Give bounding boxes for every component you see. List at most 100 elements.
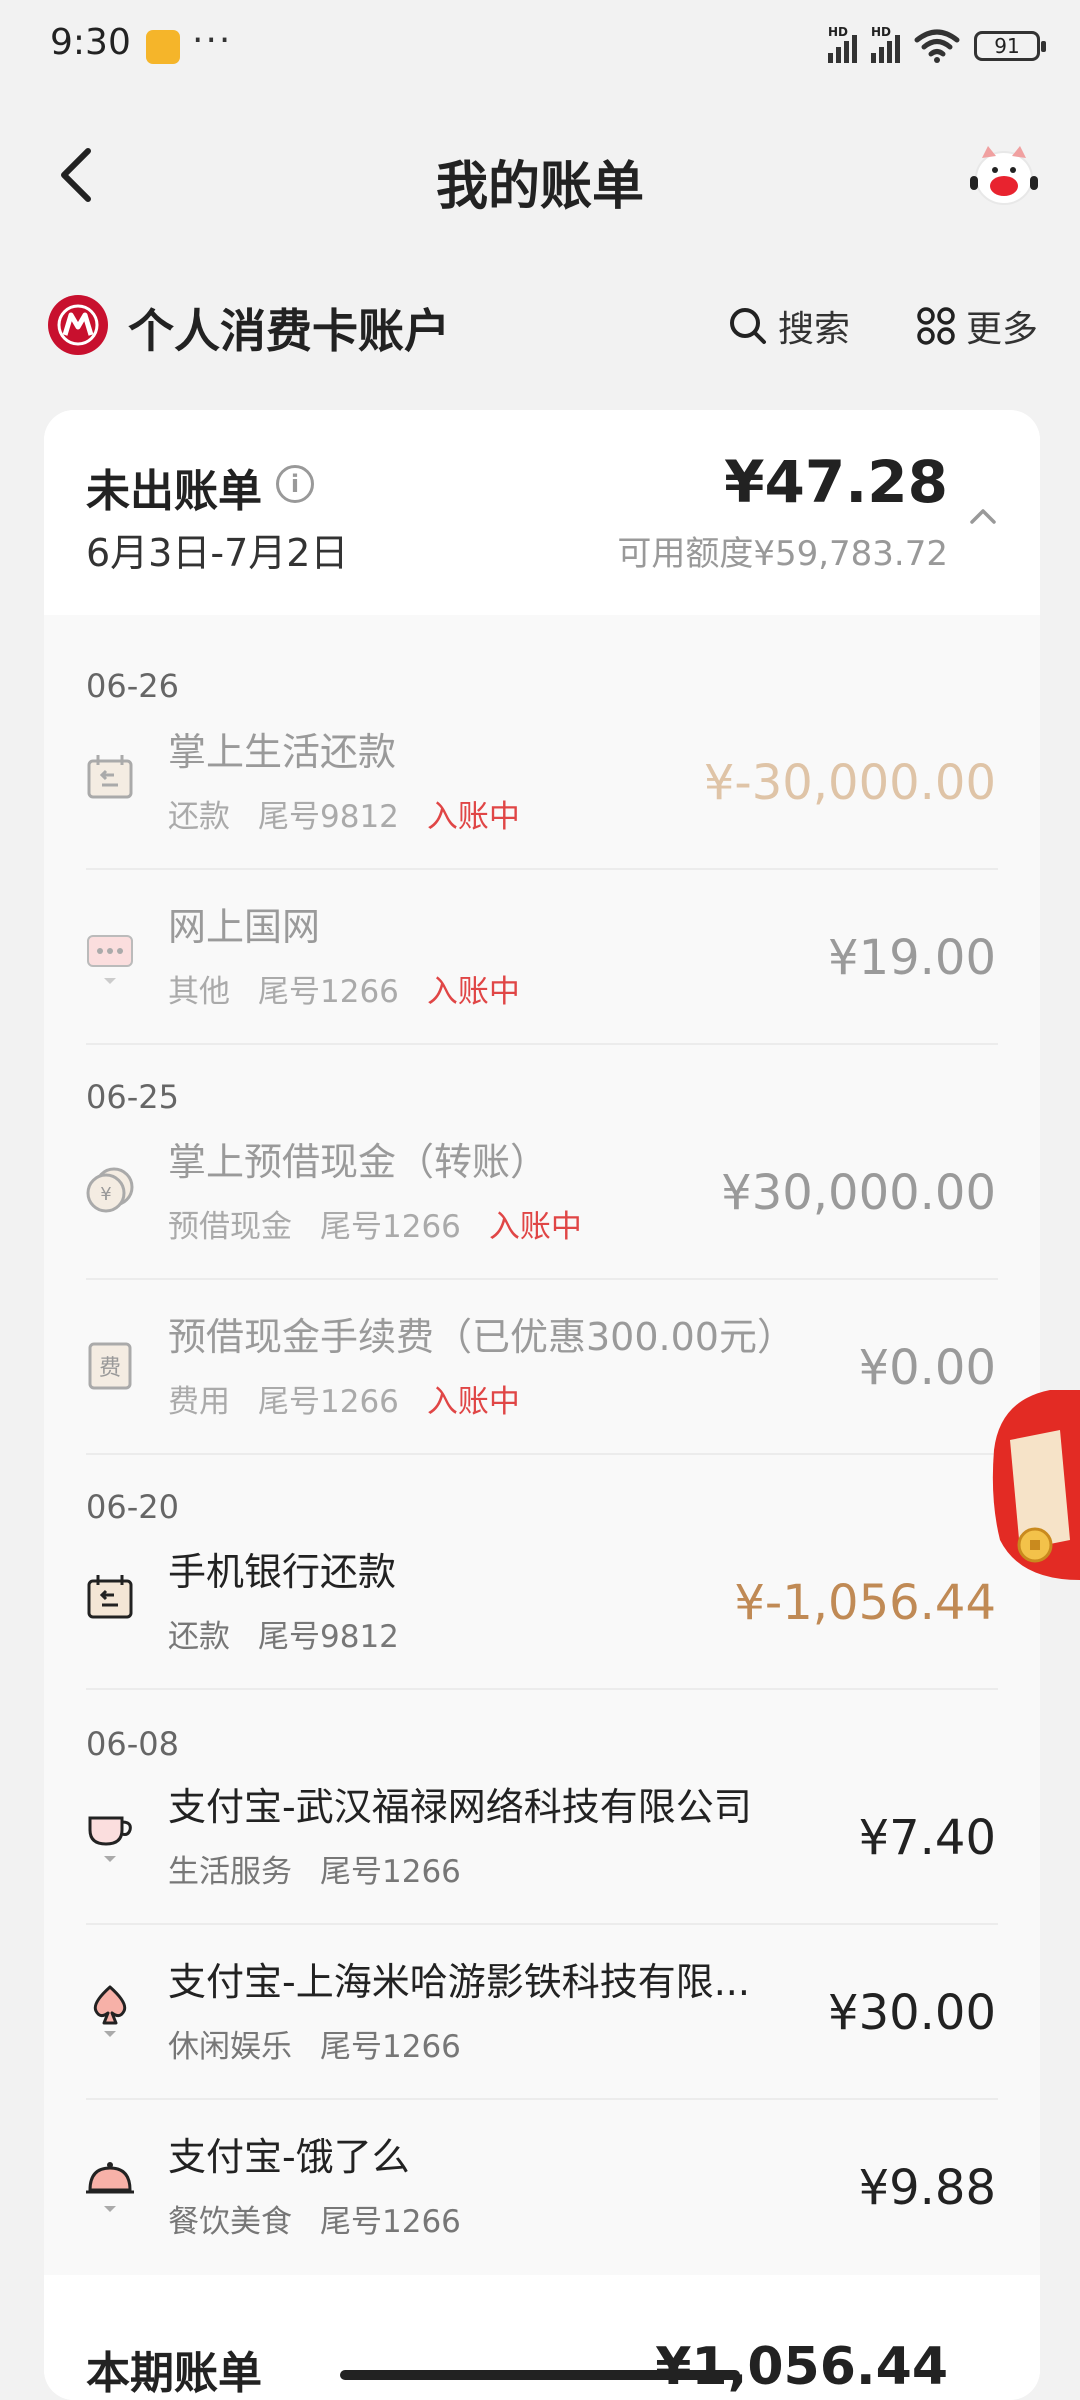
transaction-card: 尾号1266 (258, 1384, 399, 1420)
transaction-category: 还款 (168, 1619, 230, 1655)
status-time: 9:30 (50, 22, 131, 63)
red-envelope-icon[interactable] (990, 1390, 1080, 1580)
transaction-amount: ¥9.88 (858, 2160, 996, 2216)
transaction-row[interactable]: 支付宝-饿了么 餐饮美食 尾号1266 ¥9.88 (44, 2100, 1040, 2275)
transaction-meta: 生活服务 尾号1266 (168, 1846, 489, 1891)
transaction-amount: ¥19.00 (828, 930, 996, 986)
transaction-row[interactable]: 网上国网 其他 尾号1266 入账中 ¥19.00 (44, 870, 1040, 1045)
transaction-meta: 还款 尾号9812 入账中 (168, 791, 548, 836)
signal-icon-2: HD (871, 25, 900, 63)
transaction-status: 入账中 (488, 1209, 582, 1245)
transaction-meta: 预借现金 尾号1266 入账中 (168, 1201, 610, 1246)
chat-icon (87, 935, 133, 984)
calendar-icon (87, 755, 133, 799)
transaction-row[interactable]: 支付宝-上海米哈游影铁科技有限... 休闲娱乐 尾号1266 ¥30.00 (44, 1925, 1040, 2100)
transaction-card: 尾号9812 (258, 1619, 399, 1655)
transaction-category: 费用 (168, 1384, 230, 1420)
transaction-row[interactable]: ¥ 掌上预借现金（转账） 预借现金 尾号1266 入账中 ¥30,000.00 (44, 1105, 1040, 1280)
search-icon (730, 308, 766, 344)
wifi-icon (914, 29, 960, 63)
transaction-status: 入账中 (426, 1384, 520, 1420)
fee-icon: 费 (88, 1342, 132, 1390)
transaction-card: 尾号1266 (320, 1854, 461, 1890)
account-name: 个人消费卡账户 (128, 304, 450, 358)
page-title: 我的账单 (435, 157, 644, 217)
transaction-card: 尾号1266 (320, 2029, 461, 2065)
transaction-title: 掌上生活还款 (168, 730, 397, 774)
calendar-icon (87, 1575, 133, 1619)
transaction-amount: ¥-30,000.00 (703, 755, 996, 811)
transaction-category: 餐饮美食 (168, 2204, 292, 2240)
transaction-meta: 其他 尾号1266 入账中 (168, 966, 548, 1011)
signal-tag: HD (828, 25, 849, 39)
bank-logo-icon (48, 295, 108, 355)
transaction-title: 掌上预借现金（转账） (168, 1140, 549, 1184)
mascot-icon[interactable] (968, 142, 1040, 208)
divider (86, 1043, 998, 1045)
transaction-status: 入账中 (426, 974, 520, 1010)
unbilled-header[interactable]: 未出账单 i 6月3日-7月2日 ¥47.28 可用额度¥59,783.72 (44, 410, 1040, 615)
bill-period: 6月3日-7月2日 (86, 531, 349, 575)
transaction-amount: ¥7.40 (858, 1810, 996, 1866)
transaction-title: 支付宝-饿了么 (168, 2135, 410, 2179)
transaction-meta: 休闲娱乐 尾号1266 (168, 2021, 489, 2066)
transaction-card: 尾号1266 (320, 2204, 461, 2240)
account-row: 个人消费卡账户 搜索 更多 (0, 285, 1080, 365)
transaction-category: 还款 (168, 799, 230, 835)
transaction-list: 06-26 掌上生活还款 还款 尾号9812 入账中 ¥-30,000.00 网上国… (44, 615, 1040, 2275)
transaction-title: 支付宝-武汉福禄网络科技有限公司 (168, 1785, 752, 1829)
battery-icon: 91 (974, 31, 1046, 61)
fee-icon-label: 费 (99, 1356, 121, 1381)
transaction-row[interactable]: 手机银行还款 还款 尾号9812 ¥-1,056.44 (44, 1515, 1040, 1690)
battery-level: 91 (994, 34, 1020, 58)
more-button[interactable]: 更多 (916, 299, 1038, 353)
transaction-row[interactable]: 支付宝-武汉福禄网络科技有限公司 生活服务 尾号1266 ¥7.40 (44, 1750, 1040, 1925)
search-button[interactable]: 搜索 (728, 299, 850, 353)
more-label: 更多 (966, 309, 1039, 350)
spade-icon (93, 1985, 127, 2037)
available-credit: 可用额度¥59,783.72 (617, 534, 948, 574)
unbilled-amount: ¥47.28 (724, 448, 948, 516)
transaction-category: 其他 (168, 974, 230, 1010)
transaction-title: 手机银行还款 (168, 1550, 397, 1594)
home-indicator[interactable] (340, 2370, 740, 2380)
transaction-category: 生活服务 (168, 1854, 292, 1890)
transaction-amount: ¥30,000.00 (721, 1165, 996, 1221)
info-icon[interactable]: i (276, 465, 314, 503)
transaction-amount: ¥-1,056.44 (734, 1575, 996, 1631)
chevron-up-icon[interactable] (968, 502, 998, 532)
transaction-title: 预借现金手续费（已优惠300.00元） (168, 1315, 795, 1359)
bill-card: 未出账单 i 6月3日-7月2日 ¥47.28 可用额度¥59,783.72 0… (44, 410, 1040, 2400)
transaction-row[interactable]: 费 预借现金手续费（已优惠300.00元） 费用 尾号1266 入账中 ¥0.00 (44, 1280, 1040, 1455)
unbilled-title: 未出账单 (86, 466, 262, 517)
transaction-title: 支付宝-上海米哈游影铁科技有限... (168, 1960, 750, 2004)
transaction-card: 尾号1266 (258, 974, 399, 1010)
transaction-row[interactable]: 掌上生活还款 还款 尾号9812 入账中 ¥-30,000.00 (44, 695, 1040, 870)
divider (86, 1688, 998, 1690)
coffee-cup-icon (88, 1816, 132, 1862)
status-bar: 9:30 ··· HD HD 91 (0, 0, 1080, 90)
transaction-meta: 餐饮美食 尾号1266 (168, 2196, 489, 2241)
transaction-card: 尾号9812 (258, 799, 399, 835)
transaction-title: 网上国网 (168, 905, 321, 949)
coins-icon: ¥ (86, 1167, 134, 1213)
transaction-category: 休闲娱乐 (168, 2029, 292, 2065)
notification-icon (146, 30, 180, 64)
header: 我的账单 (0, 120, 1080, 230)
signal-tag-2: HD (871, 25, 892, 39)
signal-icon: HD (828, 25, 857, 63)
food-cloche-icon (86, 2162, 134, 2212)
search-label: 搜索 (778, 309, 851, 350)
more-notifications-icon: ··· (192, 20, 233, 61)
current-bill-amount: ¥1,056.44 (655, 2337, 948, 2397)
transaction-status: 入账中 (426, 799, 520, 835)
svg-text:¥: ¥ (100, 1184, 111, 1205)
transaction-card: 尾号1266 (320, 1209, 461, 1245)
transaction-meta: 还款 尾号9812 (168, 1611, 427, 1656)
transaction-category: 预借现金 (168, 1209, 292, 1245)
grid-icon (917, 307, 955, 345)
divider (86, 1453, 998, 1455)
transaction-amount: ¥30.00 (828, 1985, 996, 2041)
current-bill-section[interactable]: 本期账单 ¥1,056.44 (44, 2275, 1040, 2400)
transaction-amount: ¥0.00 (858, 1340, 996, 1396)
